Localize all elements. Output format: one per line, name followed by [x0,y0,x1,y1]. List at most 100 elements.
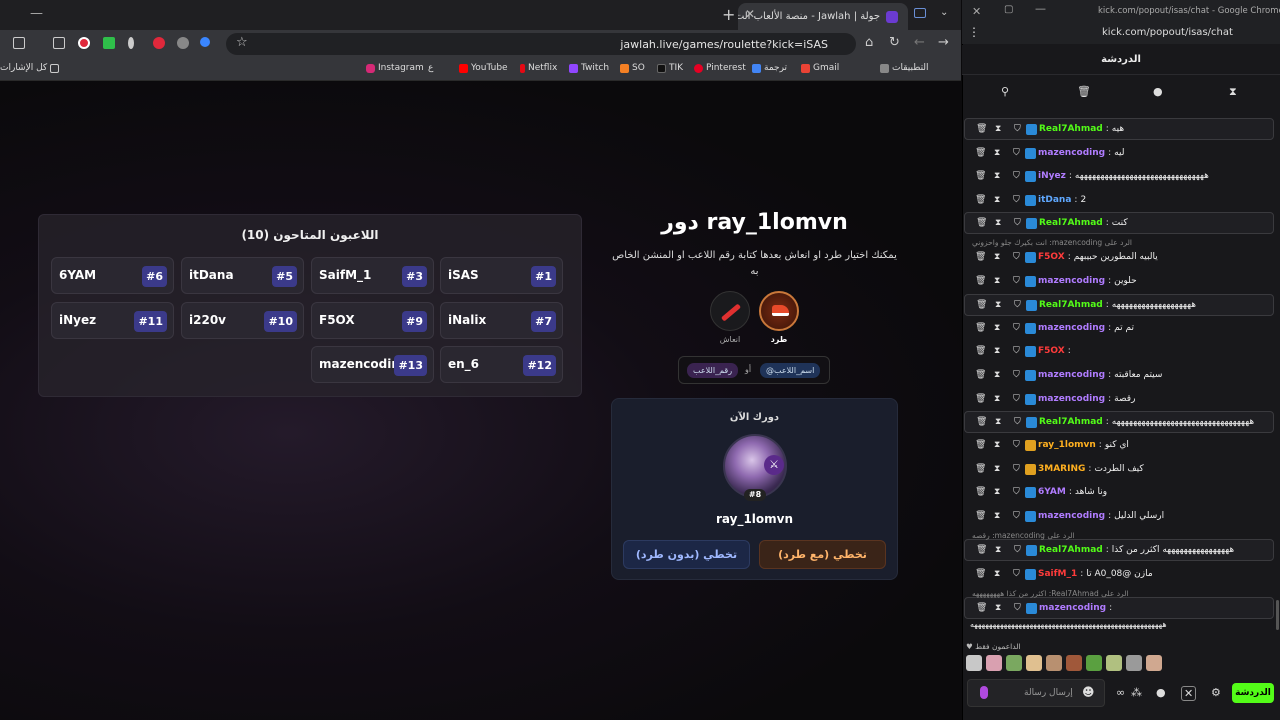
trash-icon[interactable]: 🗑 [975,195,986,205]
emote-icon[interactable] [1026,655,1042,671]
bookmark-translate[interactable]: ترجمة [752,63,787,73]
maximize-icon[interactable]: ▢ [1004,4,1013,15]
extension-icon[interactable] [78,37,90,49]
new-tab-button[interactable]: + [722,5,735,24]
emote-icon[interactable] [1006,655,1022,671]
emote-icon[interactable] [986,655,1002,671]
bookmark-ain[interactable]: ع [428,63,433,73]
trash-icon[interactable]: 🗑 [976,300,987,310]
chat-message[interactable]: 🗑 ⧗ ⛉ mazencoding: سيتم معاقبته [964,364,1274,386]
emote-icon[interactable] [1066,655,1082,671]
trash-icon[interactable]: 🗑 [976,218,987,228]
chat-message[interactable]: 🗑 ⧗ ⛉ mazencoding: ارسلي الدليل [964,505,1274,527]
extension-icon[interactable] [128,37,134,49]
trash-icon[interactable]: 🗑 [976,603,987,613]
chat-scrollbar[interactable] [1276,600,1279,630]
chat-message[interactable]: 🗑 ⧗ ⛉ mazencoding: ليه [964,142,1274,164]
chat-username[interactable]: mazencoding [1038,370,1105,380]
chat-message[interactable]: 🗑 ⧗ ⛉ Real7Ahmad: هههههههههههههههههههههههههه… [964,411,1274,433]
timeout-icon[interactable]: ⧗ [994,276,1002,286]
trash-icon[interactable]: 🗑 [975,394,986,404]
timeout-icon[interactable]: ⧗ [994,569,1002,579]
home-icon[interactable]: ⌂ [865,35,873,50]
users-icon[interactable]: ⁂ [1131,686,1142,699]
player-card[interactable]: SaifM_1 #3 [311,257,434,294]
bookmark-youtube[interactable]: YouTube [459,63,508,73]
chat-username[interactable]: itDana [1038,195,1071,205]
chat-username[interactable]: 3MARING [1038,464,1085,474]
chat-message[interactable]: 🗑 ⧗ ⛉ ray_1lomvn: اي كنو [964,434,1274,456]
more-menu-icon[interactable]: ⋮ [968,25,980,39]
timeout-icon[interactable]: ⧗ [994,440,1002,450]
emote-icon[interactable] [966,655,982,671]
emote-icon[interactable] [1046,655,1062,671]
chat-username[interactable]: Real7Ahmad [1039,417,1103,427]
chat-username[interactable]: mazencoding [1038,394,1105,404]
bookmark-gmail[interactable]: Gmail [801,63,839,73]
player-card[interactable]: iSAS #1 [440,257,563,294]
chat-username[interactable]: Real7Ahmad [1039,124,1103,134]
bookmark-twitch[interactable]: Twitch [569,63,609,73]
extension-icon[interactable] [153,37,165,49]
trash-icon[interactable]: 🗑 [1077,85,1091,98]
chat-username[interactable]: Real7Ahmad [1039,300,1103,310]
trash-icon[interactable]: 🗑 [975,440,986,450]
bookmark-instagram[interactable]: Instagram [366,63,424,73]
chat-message[interactable]: 🗑 ⧗ ⛉ mazencoding: تم تم [964,317,1274,339]
chat-bubble-icon[interactable]: ● [1153,85,1163,98]
url-input[interactable]: jawlah.live/games/roulette?kick=iSAS [226,33,856,55]
player-card[interactable]: en_6 #12 [440,346,563,383]
trash-icon[interactable]: 🗑 [976,545,987,555]
minimize-icon[interactable]: — [30,6,43,21]
chat-message[interactable]: 🗑 ⧗ ⛉ mazencoding: حلوين [964,270,1274,292]
player-card[interactable]: mazencodin... #13 [311,346,434,383]
chat-message[interactable]: 🗑 ⧗ ⛉ F5OX: [964,340,1274,362]
chat-message[interactable]: 🗑 ⧗ ⛉ SaifM_1: مازن @A0_08 تا [964,563,1274,585]
chat-icon[interactable]: ● [1156,686,1166,699]
mic-icon[interactable] [980,686,988,699]
timeout-icon[interactable]: ⧗ [995,300,1003,310]
skip-with-kick-button[interactable]: تخطي (مع طرد) [759,540,886,569]
extension-icon[interactable] [177,37,189,49]
tab-jawlah[interactable]: جولة | Jawlah - منصة الألعاب الت [738,3,908,30]
timeout-icon[interactable]: ⧗ [995,603,1003,613]
timeout-icon[interactable]: ⧗ [994,511,1002,521]
chat-message[interactable]: 🗑 ⧗ ⛉ iNyez: ههههههههههههههههههههههههههههههه… [964,165,1274,187]
bookmark-tiktok[interactable]: TIK [657,63,683,73]
timeout-icon[interactable]: ⧗ [994,346,1002,356]
chat-message[interactable]: 🗑 ⧗ ⛉ itDana:2 [964,189,1274,211]
trash-icon[interactable]: 🗑 [976,417,987,427]
trash-icon[interactable]: 🗑 [975,511,986,521]
player-card[interactable]: 6YAM #6 [51,257,174,294]
chat-username[interactable]: Real7Ahmad [1039,218,1103,228]
chevron-down-icon[interactable]: ⌄ [940,7,948,18]
chat-username[interactable]: mazencoding [1038,511,1105,521]
bookmark-pinterest[interactable]: Pinterest [694,63,746,73]
chat-username[interactable]: F5OX [1038,252,1065,262]
player-card[interactable]: i220v #10 [181,302,304,339]
chat-username[interactable]: mazencoding [1038,148,1105,158]
trash-icon[interactable]: 🗑 [975,487,986,497]
trash-icon[interactable]: 🗑 [975,276,986,286]
timeout-icon[interactable]: ⧗ [994,394,1002,404]
timeout-icon[interactable]: ⧗ [994,487,1002,497]
chat-message[interactable]: 🗑 ⧗ ⛉ Real7Ahmad: كنت [964,212,1274,234]
settings-gear-icon[interactable]: ⚙ [1211,686,1221,699]
revive-option[interactable] [710,291,750,331]
mute-bell-icon[interactable]: ✕ [1181,686,1197,701]
extension-icon[interactable] [13,37,25,49]
chat-message[interactable]: 🗑 ⧗ ⛉ Real7Ahmad: هههههههههههههههههههه [964,294,1274,316]
trash-icon[interactable]: 🗑 [976,124,987,134]
chat-message[interactable]: 🗑 ⧗ ⛉ mazencoding: [964,597,1274,619]
timeout-icon[interactable]: ⧗ [994,148,1002,158]
bookmark-netflix[interactable]: Netflix [520,63,557,73]
reload-icon[interactable]: ↻ [889,35,900,50]
tab-search-icon[interactable] [914,8,926,18]
chat-message[interactable]: 🗑 ⧗ ⛉ 6YAM: ونا شاهد [964,481,1274,503]
trash-icon[interactable]: 🗑 [975,464,986,474]
chat-username[interactable]: iNyez [1038,171,1066,181]
kick-option[interactable] [759,291,799,331]
emote-icon[interactable] [1146,655,1162,671]
chat-username[interactable]: 6YAM [1038,487,1066,497]
timeout-icon[interactable]: ⧗ [994,464,1002,474]
